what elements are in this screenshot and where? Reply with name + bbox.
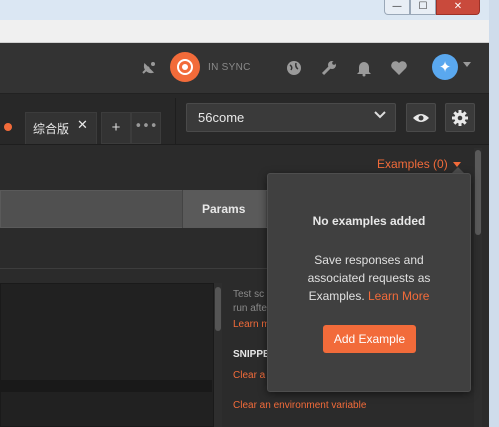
snippets-description: Test sc <box>233 289 265 300</box>
divider <box>175 98 176 144</box>
avatar[interactable]: ✦ <box>432 54 458 80</box>
more-tabs-button[interactable]: ••• <box>131 112 161 144</box>
unsaved-indicator-icon <box>4 123 12 131</box>
learn-more-link[interactable]: Learn m <box>233 319 270 330</box>
environment-selected-value[interactable]: 56come <box>198 110 244 125</box>
editor-scrollbar-thumb[interactable] <box>215 287 221 331</box>
examples-dropdown[interactable]: Examples (0) <box>377 157 448 171</box>
popover-description: Save responses and associated requests a… <box>287 251 451 305</box>
window-frame-right <box>489 0 499 427</box>
popover-text-line: associated requests as <box>307 271 431 285</box>
script-editor[interactable] <box>0 283 214 427</box>
chevron-down-icon[interactable] <box>373 108 387 125</box>
satellite-icon[interactable] <box>139 59 159 77</box>
new-tab-button[interactable]: + <box>101 112 131 144</box>
editor-current-line <box>0 380 212 392</box>
popover-title: No examples added <box>312 214 426 228</box>
window-maximize-button[interactable]: ☐ <box>410 0 436 15</box>
bell-icon[interactable] <box>355 59 373 77</box>
manage-environments-button[interactable] <box>445 103 475 132</box>
sync-icon[interactable] <box>170 52 200 82</box>
menu-bar <box>0 20 489 43</box>
tab-close-icon[interactable]: ✕ <box>77 118 88 133</box>
eye-icon <box>413 114 429 122</box>
snippets-description: run afte <box>233 303 267 314</box>
snippet-link[interactable]: Clear an environment variable <box>233 400 366 411</box>
popover-text-line: Examples. <box>308 289 365 303</box>
environment-quick-look-button[interactable] <box>406 103 436 132</box>
params-button-label[interactable]: Params <box>202 202 245 216</box>
add-example-button[interactable]: Add Example <box>323 325 416 353</box>
sync-status-label: IN SYNC <box>208 62 251 73</box>
popover-text-line: Save responses and <box>314 253 424 267</box>
chevron-down-icon[interactable] <box>463 62 471 67</box>
wrench-icon[interactable] <box>320 59 338 77</box>
heart-icon[interactable] <box>390 59 408 77</box>
divider <box>0 268 272 269</box>
tab-label[interactable]: 综合版 <box>33 120 69 137</box>
globe-icon[interactable] <box>285 59 303 77</box>
window-minimize-button[interactable]: — <box>384 0 410 15</box>
snippet-link[interactable]: Clear a <box>233 370 265 381</box>
snippets-heading: SNIPPE <box>233 349 270 360</box>
window-close-button[interactable]: ✕ <box>436 0 480 15</box>
page-scrollbar-thumb[interactable] <box>475 150 481 235</box>
learn-more-link[interactable]: Learn More <box>368 289 429 303</box>
gear-icon <box>452 110 468 126</box>
